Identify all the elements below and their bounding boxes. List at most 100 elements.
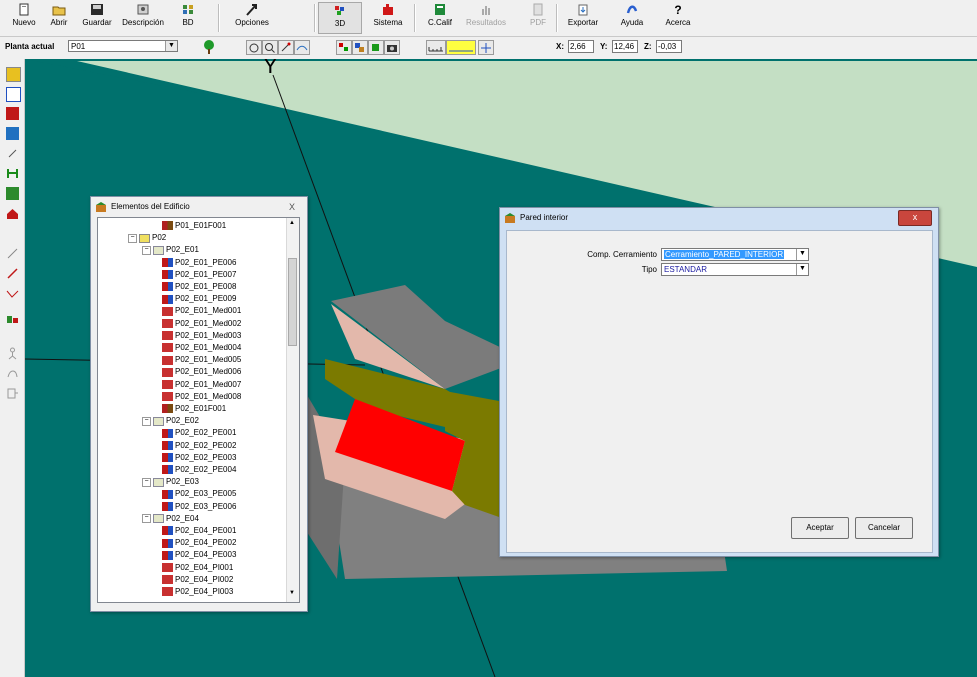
tree-item[interactable]: − P02: [128, 232, 166, 243]
bd-button[interactable]: BD: [170, 2, 206, 34]
tree-item[interactable]: P02_E01F001: [162, 403, 226, 414]
opciones-button[interactable]: Opciones: [226, 2, 278, 34]
tree-item[interactable]: P02_E01_Med004: [162, 342, 241, 353]
abrir-button[interactable]: Abrir: [42, 2, 76, 34]
y-coordinate-field[interactable]: 12,46: [612, 40, 638, 53]
close-icon[interactable]: X: [289, 197, 295, 217]
tree-item[interactable]: P01_E01F001: [162, 220, 226, 231]
orbit-button[interactable]: [294, 40, 310, 55]
line-tool-icon[interactable]: [6, 247, 19, 260]
zoom-extents-button[interactable]: [246, 40, 262, 55]
wall-tool-icon[interactable]: [6, 107, 19, 120]
expander-icon[interactable]: −: [142, 477, 151, 487]
resultados-button[interactable]: Resultados: [462, 2, 510, 34]
tree-item[interactable]: P02_E01_Med002: [162, 318, 241, 329]
sum-tool-icon[interactable]: [6, 313, 19, 326]
tree-item[interactable]: P02_E01_Med003: [162, 330, 241, 341]
sistema-button[interactable]: Sistema: [366, 2, 410, 34]
tree-item[interactable]: P02_E04_PE002: [162, 537, 236, 548]
ayuda-button[interactable]: Ayuda: [612, 2, 652, 34]
shade-tool-icon[interactable]: [6, 187, 19, 200]
building-elements-tree[interactable]: ▲ ▼ P01_E01F001− P02− P02_E01 P02_E01_PE006…: [97, 217, 300, 603]
scrollbar-thumb[interactable]: [288, 258, 297, 346]
chevron-down-icon[interactable]: ▼: [796, 249, 808, 260]
render-wire-button[interactable]: [368, 40, 384, 55]
tree-item[interactable]: P02_E01_PE006: [162, 257, 236, 268]
tree-item[interactable]: P02_E01_Med008: [162, 391, 241, 402]
tree-item[interactable]: P02_E01_PE008: [162, 281, 236, 292]
render-solid-button[interactable]: [352, 40, 368, 55]
tree-item[interactable]: P02_E04_PE001: [162, 525, 236, 536]
planta-actual-select[interactable]: P01 ▼: [68, 40, 178, 52]
tree-item[interactable]: P02_E01_Med007: [162, 379, 241, 390]
tree-item[interactable]: P02_E03_PE006: [162, 501, 236, 512]
tree-item[interactable]: P02_E04_PE003: [162, 549, 236, 560]
tree-item[interactable]: P02_E04_PI001: [162, 562, 233, 573]
red-line-tool-icon[interactable]: [6, 267, 19, 280]
import-tool-icon[interactable]: [6, 387, 19, 400]
tree-item-label: P02_E01_PE008: [175, 282, 237, 291]
render-colors-button[interactable]: [336, 40, 352, 55]
scroll-down-icon[interactable]: ▼: [289, 590, 295, 596]
tree-item[interactable]: P02_E01_Med005: [162, 354, 241, 365]
tree-item[interactable]: P02_E04_PI003: [162, 586, 233, 597]
tree-scrollbar[interactable]: ▲ ▼: [286, 218, 299, 602]
window-tool-icon[interactable]: [6, 87, 21, 102]
guardar-button[interactable]: Guardar: [78, 2, 116, 34]
building-elements-titlebar[interactable]: Elementos del Edificio X: [91, 197, 307, 217]
tree-item[interactable]: P02_E02_PE004: [162, 464, 236, 475]
tree-item[interactable]: − P02_E04: [142, 513, 199, 524]
comp-cerramiento-select[interactable]: Cerramiento_PARED_INTERIOR ▼: [661, 248, 809, 261]
accept-button[interactable]: Aceptar: [791, 517, 849, 539]
rotate-button[interactable]: [278, 40, 294, 55]
close-button[interactable]: x: [898, 210, 932, 226]
x-coordinate-field[interactable]: 2,66: [568, 40, 594, 53]
tree-item[interactable]: − P02_E03: [142, 476, 199, 487]
expander-icon[interactable]: −: [142, 514, 151, 524]
slab-icon: [162, 404, 173, 414]
tree-item[interactable]: P02_E01_PE009: [162, 293, 236, 304]
expander-icon[interactable]: −: [142, 416, 151, 426]
exterior-wall-icon: [162, 538, 173, 548]
z-coordinate-field[interactable]: -0,03: [656, 40, 682, 53]
cancel-button[interactable]: Cancelar: [855, 517, 913, 539]
floor-tool-icon[interactable]: [6, 67, 21, 82]
tree-item[interactable]: P02_E01_PE007: [162, 269, 236, 280]
tree-item[interactable]: − P02_E02: [142, 415, 199, 426]
expander-icon[interactable]: −: [128, 233, 137, 243]
pared-interior-titlebar[interactable]: Pared interior x: [500, 208, 938, 228]
tree-item[interactable]: P02_E03_PE005: [162, 488, 236, 499]
acerca-button[interactable]: ? Acerca: [658, 2, 698, 34]
tree-item[interactable]: P02_E04_PI002: [162, 574, 233, 585]
house-tool-icon[interactable]: [6, 207, 19, 220]
descripcion-button[interactable]: Descripción: [118, 2, 168, 34]
measure-button[interactable]: [446, 40, 476, 55]
tree-icon[interactable]: [202, 39, 216, 55]
chevron-down-icon[interactable]: ▼: [796, 264, 808, 275]
h-tool-icon[interactable]: [6, 167, 19, 180]
spray-tool-icon[interactable]: [6, 147, 19, 160]
crosshair-button[interactable]: [478, 40, 494, 55]
grid-tool-icon[interactable]: [6, 127, 19, 140]
c-calif-button[interactable]: C.Calif: [420, 2, 460, 34]
tree-item[interactable]: − P02_E01: [142, 244, 199, 255]
tree-item[interactable]: P02_E02_PE002: [162, 440, 236, 451]
tree-item[interactable]: P02_E02_PE003: [162, 452, 236, 463]
tree-item[interactable]: P02_E01_Med006: [162, 366, 241, 377]
expander-icon[interactable]: −: [142, 245, 151, 255]
zoom-button[interactable]: [262, 40, 278, 55]
nuevo-button[interactable]: Nuevo: [8, 2, 40, 34]
exportar-button[interactable]: Exportar: [560, 2, 606, 34]
scroll-up-icon[interactable]: ▲: [289, 220, 295, 226]
ruler-button[interactable]: [426, 40, 446, 55]
polyline-tool-icon[interactable]: [6, 287, 19, 300]
tipo-select[interactable]: ESTANDAR ▼: [661, 263, 809, 276]
3d-button[interactable]: 3D: [318, 2, 362, 34]
person-tool-icon[interactable]: [6, 347, 19, 360]
chevron-down-icon[interactable]: ▼: [165, 41, 177, 51]
render-shadow-button[interactable]: [384, 40, 400, 55]
curve-tool-icon[interactable]: [6, 367, 19, 380]
pdf-button[interactable]: PDF: [522, 2, 554, 34]
tree-item[interactable]: P02_E01_Med001: [162, 305, 241, 316]
tree-item[interactable]: P02_E02_PE001: [162, 427, 236, 438]
